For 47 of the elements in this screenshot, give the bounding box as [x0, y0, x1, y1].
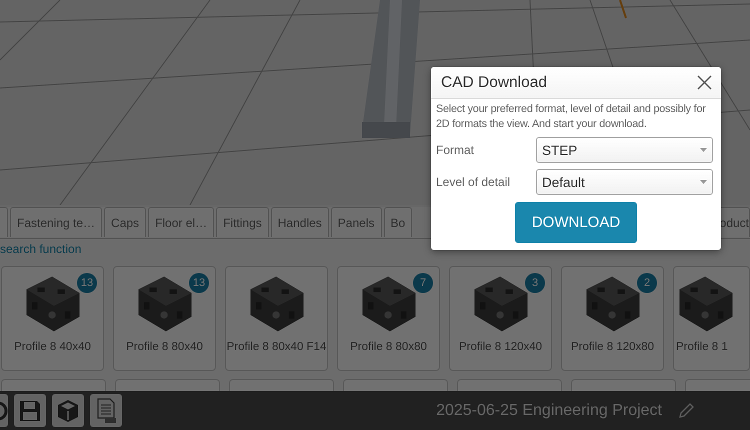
product-label: Profile 8 120x40 — [458, 341, 542, 353]
product-label: Profile 8 80x40 — [126, 341, 203, 353]
dialog-title: CAD Download — [441, 74, 547, 92]
category-tab[interactable]: Panels — [330, 207, 382, 237]
category-tab[interactable]: Floor el… — [148, 207, 214, 237]
save-button[interactable] — [14, 394, 46, 427]
product-card[interactable]: Profile 8 1 — [673, 266, 750, 371]
product-label: Profile 8 80x80 — [350, 341, 427, 353]
3d-view-button[interactable] — [52, 394, 84, 427]
field-label: Format — [436, 143, 476, 157]
product-card[interactable]: Profile 8 80x40 F14 — [225, 266, 328, 371]
dropdown-field[interactable]: STEP — [536, 137, 713, 163]
product-card[interactable]: 7 Profile 8 80x80 — [337, 266, 440, 371]
pdf-document-icon — [95, 398, 117, 424]
edit-button[interactable] — [678, 402, 694, 418]
dialog-description: Select your preferred format, level of detail and possibly for 2D formats the view. And start your download. — [436, 102, 707, 132]
caret-icon — [700, 148, 707, 152]
cube-icon — [56, 398, 80, 422]
category-tab[interactable]: Handles — [270, 207, 329, 237]
category-tab[interactable]: Caps — [104, 207, 146, 237]
category-tab[interactable]: Bo — [384, 207, 412, 237]
search-function-link[interactable]: search function — [0, 242, 82, 256]
product-label: Profile 8 120x80 — [570, 341, 654, 353]
project-title: 2025-06-25 Engineering Project — [436, 402, 662, 420]
product-label: Profile 8 1 — [675, 341, 728, 353]
close-button[interactable] — [697, 75, 712, 90]
toolbar-button[interactable] — [0, 394, 8, 427]
product-card[interactable]: 13 Profile 8 40x40 — [1, 266, 104, 371]
count-badge: 2 — [637, 273, 657, 293]
product-card[interactable]: 3 Profile 8 120x40 — [449, 266, 552, 371]
product-label: Profile 8 40x40 — [14, 341, 91, 353]
close-icon — [697, 75, 712, 90]
product-card[interactable]: 13 Profile 8 80x40 — [113, 266, 216, 371]
download-button[interactable]: DOWNLOAD — [515, 202, 637, 243]
count-badge: 13 — [77, 273, 97, 293]
pdf-export-button[interactable] — [90, 394, 122, 427]
count-badge: 13 — [189, 273, 209, 293]
product-label: Profile 8 80x40 F14 — [226, 341, 326, 353]
category-tab[interactable]: Fittings — [216, 207, 269, 237]
dropdown-field[interactable]: Default — [536, 169, 713, 195]
count-badge: 3 — [525, 273, 545, 293]
pencil-icon — [678, 402, 694, 418]
field-label: Level of detail — [436, 175, 512, 189]
product-card[interactable]: 2 Profile 8 120x80 — [561, 266, 664, 371]
caret-icon — [700, 180, 707, 184]
category-tab[interactable]: Fastening te… — [10, 207, 102, 237]
count-badge: 7 — [413, 273, 433, 293]
